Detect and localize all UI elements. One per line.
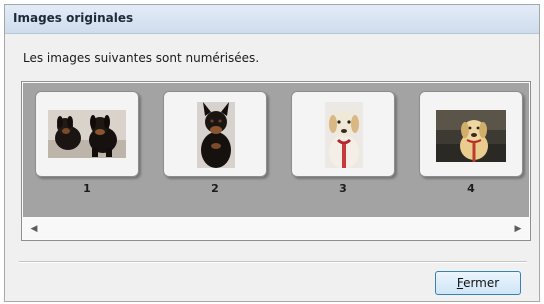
thumbnail-tile-2[interactable] xyxy=(163,91,267,177)
title-bar[interactable]: Images originales xyxy=(5,5,539,34)
dialog-window: Images originales Les images suivantes s… xyxy=(4,4,540,302)
thumbnail-tile-3[interactable] xyxy=(291,91,395,177)
separator-line xyxy=(19,261,527,263)
window-title: Images originales xyxy=(13,11,134,25)
close-button[interactable]: Fermer xyxy=(435,271,521,295)
scroll-right-icon[interactable]: ▶ xyxy=(509,219,527,239)
thumbnail-number: 2 xyxy=(211,182,219,195)
thumbnail-number: 3 xyxy=(339,182,347,195)
thumbnail-number: 4 xyxy=(467,182,475,195)
thumbnail-number: 1 xyxy=(83,182,91,195)
black-dog-portrait-photo xyxy=(197,102,235,168)
scroll-left-icon[interactable]: ◀ xyxy=(25,219,43,239)
info-message: Les images suivantes sont numérisées. xyxy=(23,51,260,65)
thumbnail-tile-1[interactable] xyxy=(35,91,139,177)
thumbnail-tile-4[interactable] xyxy=(419,91,523,177)
thumbnail-panel: 1 2 3 4 ◀ ▶ xyxy=(21,81,531,241)
horizontal-scrollbar[interactable]: ◀ ▶ xyxy=(23,219,529,239)
yellow-dog-outdoor-photo xyxy=(436,110,506,162)
thumbnail-strip: 1 2 3 4 xyxy=(23,83,529,217)
two-black-dogs-photo xyxy=(48,110,126,158)
white-dog-portrait-photo xyxy=(325,102,363,168)
